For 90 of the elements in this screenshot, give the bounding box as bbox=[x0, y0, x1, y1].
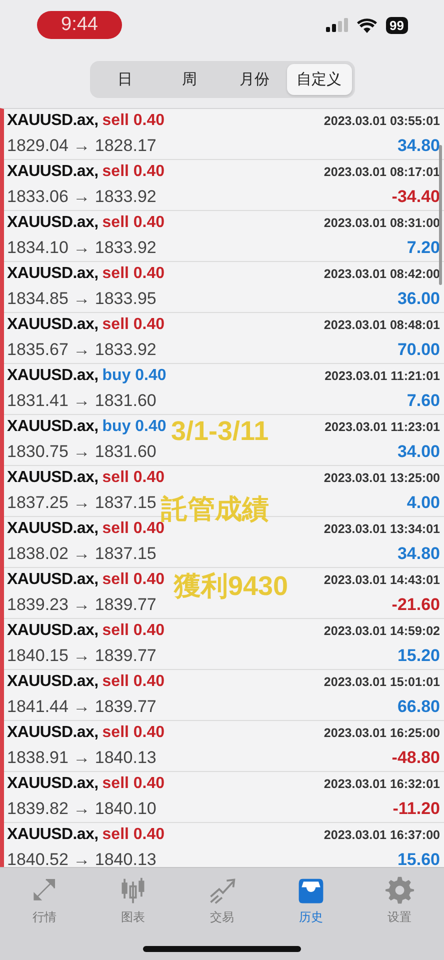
trade-time: 2023.03.01 08:31:00 bbox=[324, 216, 440, 230]
trade-time: 2023.03.01 08:48:01 bbox=[324, 318, 440, 332]
symbol-label: XAUUSD.ax, bbox=[7, 367, 98, 385]
profit-value: 7.20 bbox=[406, 238, 440, 258]
tab-bar-item[interactable]: 交易 bbox=[192, 876, 252, 926]
symbol-label: XAUUSD.ax, bbox=[7, 418, 98, 436]
trade-time: 2023.03.01 16:25:00 bbox=[324, 726, 440, 740]
trade-time: 2023.03.01 13:34:01 bbox=[324, 522, 440, 536]
trade-type: sell 0.40 bbox=[102, 622, 165, 640]
trade-type: sell 0.40 bbox=[102, 673, 165, 691]
profit-value: 15.60 bbox=[397, 850, 440, 867]
trade-type: sell 0.40 bbox=[102, 469, 165, 487]
clock-time: 9:44 bbox=[37, 11, 122, 39]
price-range: 1830.75 → 1831.60 bbox=[7, 442, 156, 462]
trade-time: 2023.03.01 08:42:00 bbox=[324, 267, 440, 281]
symbol-label: XAUUSD.ax, bbox=[7, 826, 98, 844]
period-tab[interactable]: 周 bbox=[157, 64, 222, 95]
symbol-label: XAUUSD.ax, bbox=[7, 520, 98, 538]
profit-value: 7.60 bbox=[406, 391, 440, 411]
trade-type: sell 0.40 bbox=[102, 724, 165, 742]
profit-value: -21.60 bbox=[392, 595, 440, 615]
trade-type: sell 0.40 bbox=[102, 163, 165, 181]
profit-value: 34.80 bbox=[397, 136, 440, 156]
tab-bar-item[interactable]: 设置 bbox=[370, 876, 430, 926]
trade-type: sell 0.40 bbox=[102, 316, 165, 334]
overlay-caption: 3/1-3/11 bbox=[171, 416, 269, 447]
symbol-label: XAUUSD.ax, bbox=[7, 214, 98, 232]
trade-time: 2023.03.01 11:21:01 bbox=[324, 369, 440, 383]
symbol-label: XAUUSD.ax, bbox=[7, 469, 98, 487]
price-range: 1840.15 → 1839.77 bbox=[7, 646, 156, 666]
symbol-label: XAUUSD.ax, bbox=[7, 265, 98, 283]
price-range: 1841.44 → 1839.77 bbox=[7, 697, 156, 717]
period-tab[interactable]: 自定义 bbox=[286, 64, 352, 95]
wifi-icon bbox=[356, 18, 377, 32]
symbol-label: XAUUSD.ax, bbox=[7, 112, 98, 130]
trade-type: sell 0.40 bbox=[102, 112, 165, 130]
symbol-label: XAUUSD.ax, bbox=[7, 163, 98, 181]
signal-icon bbox=[326, 18, 348, 32]
trade-type: sell 0.40 bbox=[102, 265, 165, 283]
trade-type: sell 0.40 bbox=[102, 826, 165, 844]
trade-type: sell 0.40 bbox=[102, 775, 165, 793]
price-range: 1840.52 → 1840.13 bbox=[7, 850, 156, 867]
trade-time: 2023.03.01 16:32:01 bbox=[324, 777, 440, 791]
profit-value: 34.80 bbox=[397, 544, 440, 564]
profit-value: 34.00 bbox=[397, 442, 440, 462]
battery-level: 99 bbox=[386, 16, 408, 34]
symbol-label: XAUUSD.ax, bbox=[7, 724, 98, 742]
trade-time: 2023.03.01 08:17:01 bbox=[324, 165, 440, 179]
price-range: 1833.06 → 1833.92 bbox=[7, 187, 156, 207]
period-tab[interactable]: 日 bbox=[92, 64, 158, 95]
price-range: 1838.02 → 1837.15 bbox=[7, 544, 156, 564]
profit-value: 4.00 bbox=[406, 493, 440, 513]
price-range: 1839.23 → 1839.77 bbox=[7, 595, 156, 615]
price-range: 1838.91 → 1840.13 bbox=[7, 748, 156, 768]
overlay-caption: 獲利9430 bbox=[174, 570, 288, 603]
price-range: 1834.10 → 1833.92 bbox=[7, 238, 156, 258]
settings-icon bbox=[384, 876, 415, 906]
profit-value: 66.80 bbox=[397, 697, 440, 717]
symbol-label: XAUUSD.ax, bbox=[7, 775, 98, 793]
trade-time: 2023.03.01 15:01:01 bbox=[324, 675, 440, 689]
tab-bar-item[interactable]: 历史 bbox=[280, 876, 341, 926]
trade-time: 2023.03.01 14:59:02 bbox=[324, 624, 440, 638]
price-range: 1835.67 → 1833.92 bbox=[7, 340, 156, 360]
trade-type: buy 0.40 bbox=[102, 367, 166, 385]
price-range: 1829.04 → 1828.17 bbox=[7, 136, 156, 156]
trade-type: buy 0.40 bbox=[102, 418, 166, 436]
price-range: 1837.25 → 1837.15 bbox=[7, 493, 156, 513]
tab-bar-item[interactable]: 图表 bbox=[103, 876, 164, 926]
period-tab[interactable]: 月份 bbox=[222, 64, 287, 95]
trade-time: 2023.03.01 16:37:00 bbox=[324, 828, 440, 842]
profit-value: 36.00 bbox=[397, 289, 440, 309]
symbol-label: XAUUSD.ax, bbox=[7, 571, 98, 589]
trade-time: 2023.03.01 11:23:01 bbox=[324, 420, 440, 434]
profit-value: 15.20 bbox=[397, 646, 440, 666]
trade-time: 2023.03.01 03:55:01 bbox=[324, 114, 440, 128]
symbol-label: XAUUSD.ax, bbox=[7, 673, 98, 691]
profit-value: 70.00 bbox=[397, 340, 440, 360]
trade-type: sell 0.40 bbox=[102, 571, 165, 589]
profit-value: -34.40 bbox=[392, 187, 440, 207]
price-range: 1834.85 → 1833.95 bbox=[7, 289, 156, 309]
symbol-label: XAUUSD.ax, bbox=[7, 316, 98, 334]
profit-value: -48.80 bbox=[392, 748, 440, 768]
tab-bar-item[interactable]: 行情 bbox=[14, 876, 74, 926]
trade-type: sell 0.40 bbox=[102, 214, 165, 232]
trade-time: 2023.03.01 13:25:00 bbox=[324, 471, 440, 485]
profit-value: -11.20 bbox=[392, 799, 440, 819]
symbol-label: XAUUSD.ax, bbox=[7, 622, 98, 640]
trade-time: 2023.03.01 14:43:01 bbox=[324, 573, 440, 587]
price-range: 1839.82 → 1840.10 bbox=[7, 799, 156, 819]
price-range: 1831.41 → 1831.60 bbox=[7, 391, 156, 411]
